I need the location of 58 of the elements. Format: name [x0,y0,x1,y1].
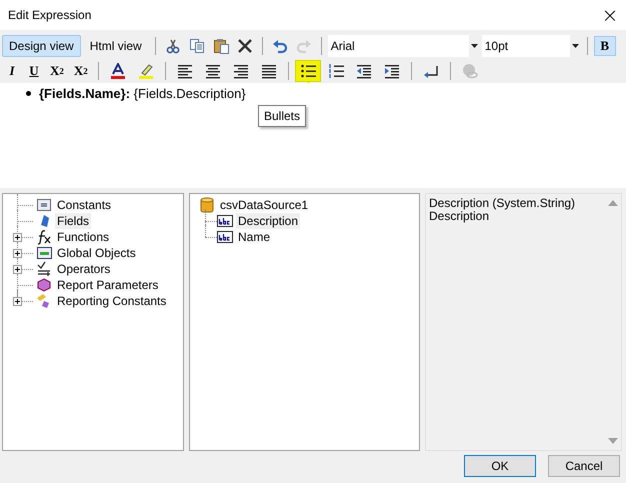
font-dropdown[interactable]: Arial [328,35,480,57]
undo-icon[interactable] [272,38,288,54]
dialog-button[interactable]: Cancel [548,455,620,477]
text-field-icon [217,213,233,229]
format-button[interactable]: I [2,61,22,81]
tree-item[interactable]: Constants [55,197,114,213]
dialog-button[interactable]: OK [464,455,536,477]
description-text: Description (System.String) [429,197,576,210]
numbered-list-icon[interactable] [328,63,344,79]
dropdown-arrow-icon[interactable] [572,44,579,48]
tree-item[interactable]: Global Objects [55,245,138,261]
format-button[interactable]: U [24,61,44,81]
window-title: Edit Expression [8,8,92,22]
expand-icon[interactable] [13,265,22,274]
tree-item[interactable]: Description [236,213,300,229]
view-tab[interactable]: Design view [2,35,81,57]
description-text: Description [429,210,490,223]
tree-item[interactable]: Reporting Constants [55,293,168,309]
bold-button[interactable]: B [594,36,616,56]
expand-icon[interactable] [13,249,22,258]
list-icon [36,197,52,213]
view-tab[interactable]: Html view [82,35,149,57]
indent-icon[interactable] [384,63,400,79]
clipboard-icon[interactable] [212,38,229,54]
tree-item[interactable]: Operators [55,261,112,277]
tree-item[interactable]: Report Parameters [55,277,160,293]
expand-icon[interactable] [13,297,22,306]
scissors-icon[interactable] [164,38,181,54]
tooltip: Bullets [258,105,306,127]
text-field-icon [217,229,233,245]
highlighter-icon[interactable] [138,63,154,79]
align-right-icon[interactable] [232,63,249,79]
align-center-icon[interactable] [204,63,221,79]
tree-item[interactable]: Name [236,229,272,245]
delete-icon[interactable] [236,38,253,54]
justify-icon[interactable] [260,63,277,79]
expand-icon[interactable] [13,233,22,242]
cube-icon [36,277,52,293]
font-color-icon[interactable] [110,63,126,79]
bullet-icon [26,91,31,96]
size-dropdown[interactable]: 10pt [482,35,581,57]
bullets-button[interactable] [294,60,321,82]
operators-icon [36,261,52,277]
line-break-icon[interactable] [422,63,439,79]
editor-text: {Fields.Name}: {Fields.Description} [39,86,246,101]
align-left-icon[interactable] [176,63,193,79]
copy-icon[interactable] [188,38,205,54]
close-button[interactable]: × [596,1,624,29]
dropdown-arrow-icon[interactable] [470,44,478,48]
tree-item[interactable]: csvDataSource1 [218,197,310,213]
tree-item[interactable]: Fields [55,213,92,229]
bulleted-list-icon[interactable] [300,63,316,79]
function-icon [36,229,52,245]
shapes-icon [36,293,52,309]
window-icon [36,245,52,261]
database-icon [199,197,215,213]
outdent-icon[interactable] [356,63,372,79]
tree-item[interactable]: Functions [55,229,112,245]
